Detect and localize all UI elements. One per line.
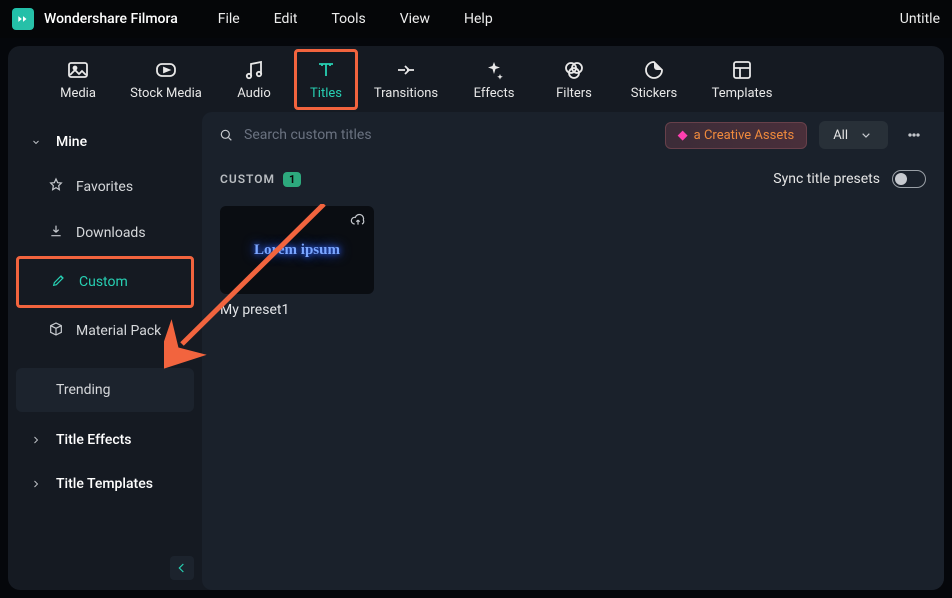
menu-edit[interactable]: Edit <box>274 11 298 27</box>
tab-effects[interactable]: Effects <box>454 54 534 105</box>
text-icon <box>314 58 338 82</box>
tab-titles[interactable]: Titles <box>301 54 351 105</box>
menu-file[interactable]: File <box>218 11 240 27</box>
menu-help[interactable]: Help <box>464 11 493 27</box>
sync-toggle[interactable] <box>892 170 926 188</box>
topbar: ◆ a Creative Assets All <box>202 112 944 158</box>
transition-icon <box>394 58 418 82</box>
chevron-right-icon <box>30 476 42 492</box>
sidebar-group-title-effects[interactable]: Title Effects <box>16 418 194 462</box>
tab-media[interactable]: Media <box>38 54 118 105</box>
tab-filters[interactable]: Filters <box>534 54 614 105</box>
creative-assets-button[interactable]: ◆ a Creative Assets <box>665 122 808 149</box>
gem-icon: ◆ <box>678 128 688 143</box>
highlight-custom: Custom <box>16 256 194 308</box>
sparkle-icon <box>482 58 506 82</box>
menu-tools[interactable]: Tools <box>331 11 365 27</box>
box-icon <box>48 321 64 341</box>
tab-transitions[interactable]: Transitions <box>358 54 454 105</box>
download-icon <box>48 223 64 243</box>
menu-bar: File Edit Tools View Help <box>218 11 493 27</box>
star-icon <box>48 177 64 197</box>
more-button[interactable] <box>900 121 928 149</box>
sidebar-group-title-templates[interactable]: Title Templates <box>16 462 194 506</box>
main-tabs: Media Stock Media Audio Titles Transitio… <box>8 46 944 112</box>
sidebar: Mine Favorites Downloads Custom Material… <box>8 112 202 590</box>
chevron-down-icon <box>30 134 42 150</box>
search-input[interactable] <box>244 127 464 143</box>
highlight-titles-tab: Titles <box>294 49 358 110</box>
section-count: 1 <box>283 172 301 187</box>
sticker-icon <box>642 58 666 82</box>
sidebar-collapse-button[interactable] <box>170 556 194 580</box>
section-header: CUSTOM 1 Sync title presets <box>202 158 944 192</box>
tab-audio[interactable]: Audio <box>214 54 294 105</box>
template-icon <box>730 58 754 82</box>
sidebar-item-material-pack[interactable]: Material Pack <box>16 308 194 354</box>
cloud-upload-icon[interactable] <box>350 212 366 232</box>
document-title: Untitle <box>900 11 940 27</box>
sidebar-item-downloads[interactable]: Downloads <box>16 210 194 256</box>
tab-stickers[interactable]: Stickers <box>614 54 694 105</box>
titlebar: Wondershare Filmora File Edit Tools View… <box>0 0 952 38</box>
section-label: CUSTOM <box>220 172 275 186</box>
sidebar-trending[interactable]: Trending <box>16 368 194 412</box>
menu-view[interactable]: View <box>400 11 430 27</box>
tab-templates[interactable]: Templates <box>694 54 790 105</box>
filters-icon <box>562 58 586 82</box>
app-logo <box>12 8 34 30</box>
search-field[interactable] <box>218 127 653 143</box>
music-icon <box>242 58 266 82</box>
search-icon <box>218 127 234 143</box>
main-panel: ◆ a Creative Assets All CUSTOM 1 Sync ti… <box>202 112 944 590</box>
preset-preview-text: Lorem ipsum <box>254 242 340 259</box>
sidebar-item-custom[interactable]: Custom <box>19 259 191 305</box>
cloud-media-icon <box>154 58 178 82</box>
sidebar-item-favorites[interactable]: Favorites <box>16 164 194 210</box>
preset-thumbnail: Lorem ipsum <box>220 206 374 294</box>
preset-name: My preset1 <box>220 302 374 318</box>
preset-card[interactable]: Lorem ipsum My preset1 <box>220 206 374 318</box>
chevron-right-icon <box>30 432 42 448</box>
app-name: Wondershare Filmora <box>44 11 178 27</box>
preset-grid: Lorem ipsum My preset1 <box>202 192 944 332</box>
tab-stock-media[interactable]: Stock Media <box>118 54 214 105</box>
pencil-icon <box>51 272 67 292</box>
sidebar-group-mine[interactable]: Mine <box>16 120 194 164</box>
filter-dropdown[interactable]: All <box>819 121 888 149</box>
image-icon <box>66 58 90 82</box>
sync-label: Sync title presets <box>773 171 880 187</box>
chevron-down-icon <box>858 127 874 143</box>
dots-icon <box>906 127 922 143</box>
